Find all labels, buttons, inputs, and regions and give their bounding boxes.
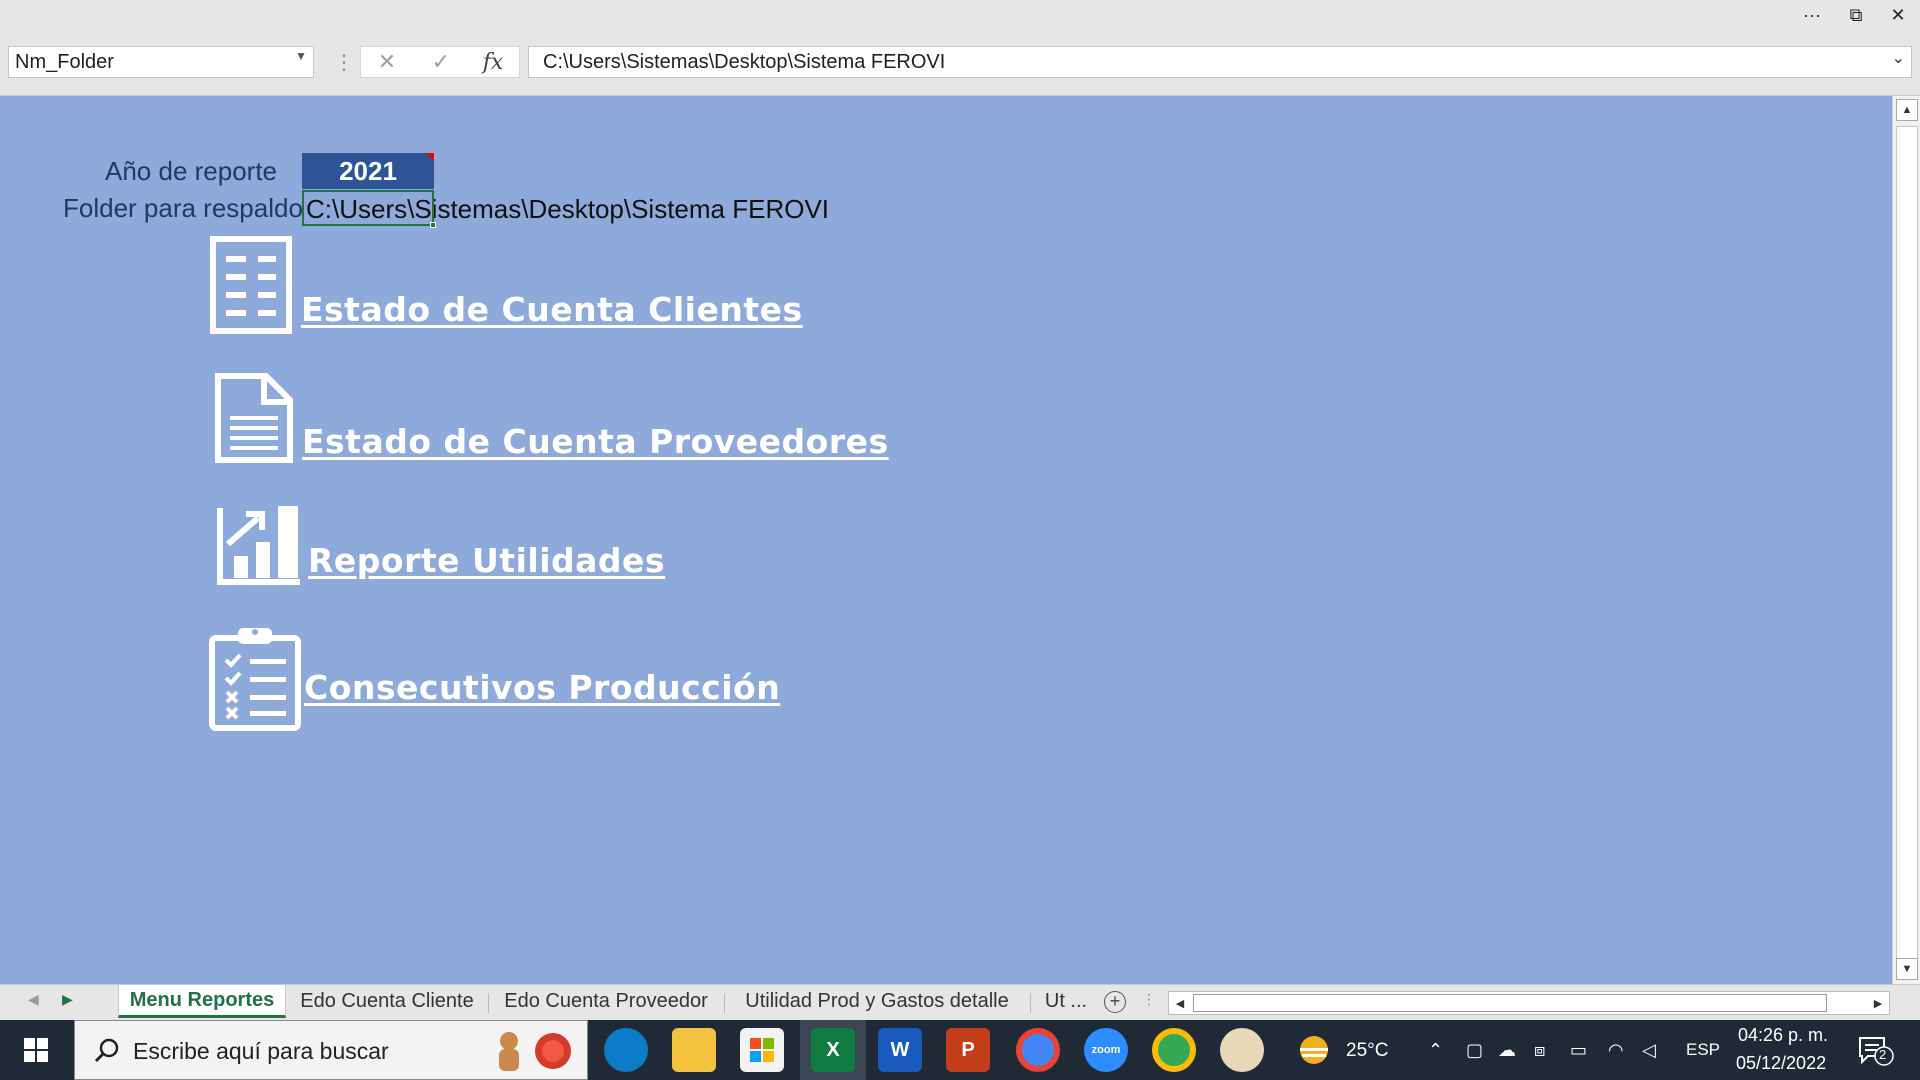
show-hidden-icons-icon[interactable]: ⌃ xyxy=(1428,1040,1443,1061)
scroll-up-icon[interactable]: ▲ xyxy=(1896,99,1918,121)
excel-icon[interactable]: X xyxy=(811,1028,855,1072)
folder-label: Folder para respaldo xyxy=(63,193,303,223)
tab-separator xyxy=(1030,993,1031,1013)
formula-text: C:\Users\Sistemas\Desktop\Sistema FEROVI xyxy=(543,51,946,73)
scroll-down-icon[interactable]: ▼ xyxy=(1896,958,1918,980)
windows-logo-icon xyxy=(24,1038,48,1062)
document-icon[interactable] xyxy=(214,372,294,464)
zoom-icon[interactable]: zoom xyxy=(1084,1028,1128,1072)
list-document-icon[interactable] xyxy=(210,236,292,334)
vertical-scroll-thumb[interactable] xyxy=(1896,126,1918,964)
volume-icon[interactable]: ◁ xyxy=(1642,1040,1656,1061)
name-box[interactable]: Nm_Folder ▼ xyxy=(8,46,314,78)
formula-buttons: ✕ ✓ fx xyxy=(360,46,520,78)
notification-count: 2 xyxy=(1879,1047,1887,1062)
clipboard-checklist-icon[interactable] xyxy=(208,624,302,732)
bar-chart-growth-icon[interactable] xyxy=(216,504,302,586)
language-indicator[interactable]: ESP xyxy=(1686,1040,1720,1060)
taskbar: Escribe aquí para buscar X W P zoom 25°C… xyxy=(0,1020,1920,1080)
paint-icon[interactable] xyxy=(1220,1028,1264,1072)
scroll-right-icon[interactable]: ▶ xyxy=(1867,992,1889,1014)
formula-input[interactable]: C:\Users\Sistemas\Desktop\Sistema FEROVI… xyxy=(528,46,1912,78)
more-options-button[interactable]: ··· xyxy=(1790,0,1834,30)
search-icon xyxy=(94,1038,119,1063)
taskbar-search[interactable]: Escribe aquí para buscar xyxy=(74,1020,588,1080)
close-window-button[interactable]: ✕ xyxy=(1876,0,1920,30)
wifi-icon[interactable]: ◠ xyxy=(1608,1040,1624,1061)
comment-indicator xyxy=(426,153,434,161)
report-link-utilidades[interactable]: Reporte Utilidades xyxy=(308,541,665,580)
year-label: Año de reporte xyxy=(105,156,278,186)
restore-window-button[interactable]: ⧉ xyxy=(1834,0,1878,30)
clock-time[interactable]: 04:26 p. m. xyxy=(1738,1025,1828,1046)
tab-menu-reportes[interactable]: Menu Reportes xyxy=(118,985,286,1018)
meet-now-icon[interactable]: ▢ xyxy=(1466,1040,1483,1061)
search-highlight-icon xyxy=(499,1032,571,1071)
tab-scroll-left-icon[interactable]: ◀ xyxy=(28,991,39,1008)
notification-center-icon[interactable] xyxy=(1858,1036,1894,1066)
report-link-proveedores[interactable]: Estado de Cuenta Proveedores xyxy=(302,422,889,461)
chrome-icon[interactable] xyxy=(1016,1028,1060,1072)
start-button[interactable] xyxy=(0,1020,72,1080)
report-link-consecutivos[interactable]: Consecutivos Producción xyxy=(304,668,780,707)
powerpoint-icon[interactable]: P xyxy=(946,1028,990,1072)
clock-date[interactable]: 05/12/2022 xyxy=(1736,1053,1826,1074)
tab-separator xyxy=(488,993,489,1013)
edge-icon[interactable] xyxy=(604,1028,648,1072)
onedrive-icon[interactable]: ☁ xyxy=(1498,1040,1516,1061)
horizontal-scroll-thumb[interactable] xyxy=(1193,994,1827,1012)
add-sheet-button[interactable]: + xyxy=(1104,991,1126,1013)
word-icon[interactable]: W xyxy=(878,1028,922,1072)
vertical-scrollbar[interactable]: ▲ ▼ xyxy=(1892,96,1920,984)
battery-icon[interactable]: ▭ xyxy=(1570,1040,1587,1061)
scroll-left-icon[interactable]: ◀ xyxy=(1169,992,1191,1014)
store-grid-icon xyxy=(750,1038,774,1062)
name-box-value: Nm_Folder xyxy=(15,51,114,73)
name-box-dropdown-icon[interactable]: ▼ xyxy=(295,49,307,63)
tab-edo-cuenta-proveedor[interactable]: Edo Cuenta Proveedor xyxy=(494,985,718,1018)
year-value: 2021 xyxy=(339,156,397,186)
report-link-clientes[interactable]: Estado de Cuenta Clientes xyxy=(301,290,803,329)
insert-function-button[interactable]: fx xyxy=(473,47,513,77)
chrome-profile-icon[interactable] xyxy=(1152,1028,1196,1072)
selected-cell[interactable] xyxy=(302,190,436,228)
cancel-entry-button[interactable]: ✕ xyxy=(367,47,407,77)
search-placeholder: Escribe aquí para buscar xyxy=(133,1038,389,1064)
title-bar: ··· ⧉ ✕ xyxy=(0,0,1920,30)
sheet-tabs-bar: ◀ ▶ Menu Reportes Edo Cuenta Cliente Edo… xyxy=(0,984,1920,1020)
formula-bar-grip[interactable]: ⋮ xyxy=(334,50,354,75)
horizontal-scrollbar[interactable]: ◀ ▶ xyxy=(1168,991,1890,1015)
weather-temperature[interactable]: 25°C xyxy=(1346,1040,1388,1062)
fill-handle[interactable] xyxy=(430,222,436,228)
expand-formula-bar-icon[interactable]: ⌄ xyxy=(1892,48,1905,68)
tab-ut-more[interactable]: Ut ... xyxy=(1036,985,1096,1018)
tab-utilidad-prod[interactable]: Utilidad Prod y Gastos detalle xyxy=(730,985,1024,1018)
tab-separator xyxy=(724,993,725,1013)
tab-edo-cuenta-cliente[interactable]: Edo Cuenta Cliente xyxy=(292,985,482,1018)
year-cell[interactable]: 2021 xyxy=(302,153,434,189)
formula-bar: Nm_Folder ▼ ⋮ ✕ ✓ fx C:\Users\Sistemas\D… xyxy=(0,30,1920,96)
enter-entry-button[interactable]: ✓ xyxy=(421,47,461,77)
weather-sun-icon[interactable] xyxy=(1296,1032,1332,1068)
microsoft-store-icon[interactable] xyxy=(740,1028,784,1072)
file-explorer-icon[interactable] xyxy=(672,1028,716,1072)
display-icon[interactable]: ⧈ xyxy=(1534,1040,1545,1061)
tab-scroll-right-icon[interactable]: ▶ xyxy=(62,991,73,1008)
tab-splitter-icon[interactable]: ⋮ xyxy=(1142,991,1156,1008)
